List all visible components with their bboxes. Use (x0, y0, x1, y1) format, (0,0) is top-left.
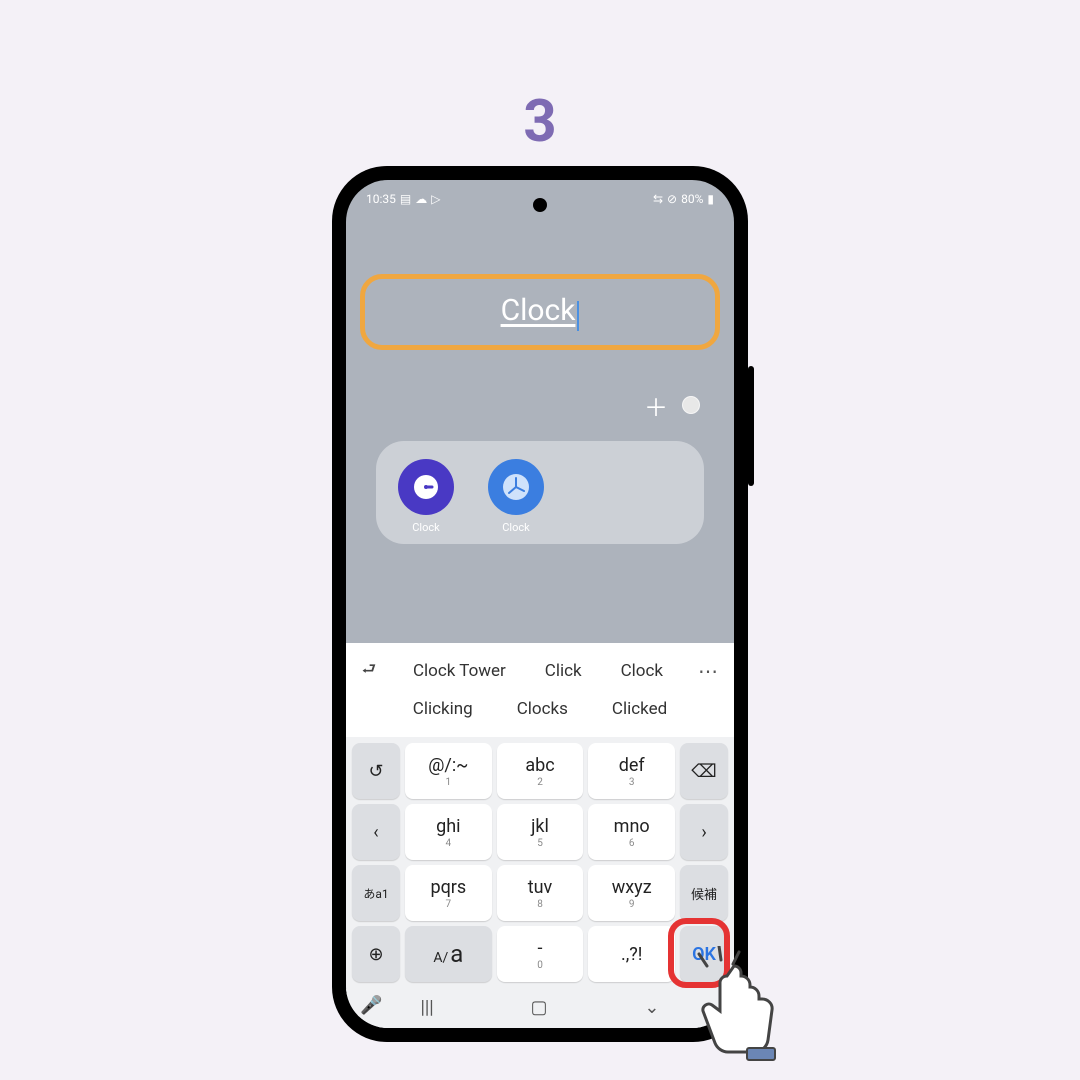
app-clock-google[interactable]: Clock (480, 459, 552, 534)
right-key[interactable]: › (680, 804, 728, 860)
wifi-icon: ⇆ (653, 192, 663, 206)
case-key[interactable]: A/a (405, 926, 492, 982)
suggestion-item[interactable]: Clocks (509, 695, 576, 723)
key-punct[interactable]: .,?! (588, 926, 675, 982)
suggestion-bar: ⮐ Clock Tower Click Clock ⋯ Clicking Clo… (346, 643, 734, 737)
folder-name-input[interactable]: Clock (501, 293, 576, 328)
app-label: Clock (390, 521, 462, 534)
globe-key[interactable]: ⊕ (352, 926, 400, 982)
battery-icon: ▮ (707, 192, 714, 206)
folder-color-picker[interactable] (682, 396, 700, 414)
folder-panel: Clock Clock (376, 441, 704, 544)
key-0[interactable]: -0 (497, 926, 584, 982)
left-key[interactable]: ‹ (352, 804, 400, 860)
key-7[interactable]: pqrs7 (405, 865, 492, 921)
keyboard: ⮐ Clock Tower Click Clock ⋯ Clicking Clo… (346, 643, 734, 1028)
suggestion-item[interactable]: Click (537, 657, 590, 685)
phone-frame: 10:35 ▤ ☁ ▷ ⇆ ⊘ 80% ▮ Clock ＋ (332, 166, 748, 1042)
cloud-icon: ☁ (415, 192, 427, 206)
key-6[interactable]: mno6 (588, 804, 675, 860)
backspace-key[interactable]: ⌫ (680, 743, 728, 799)
key-grid: ↺ @/:~1 abc2 def3 ⌫ ‹ ghi4 jkl5 mno6 › あ… (346, 737, 734, 989)
step-number: 3 (523, 88, 556, 156)
suggestion-item[interactable]: Clicking (405, 695, 481, 723)
key-9[interactable]: wxyz9 (588, 865, 675, 921)
app-label: Clock (480, 521, 552, 534)
key-4[interactable]: ghi4 (405, 804, 492, 860)
undo-key[interactable]: ↺ (352, 743, 400, 799)
front-camera (533, 198, 547, 212)
image-icon: ▤ (400, 192, 411, 206)
battery-text: 80% (681, 192, 703, 206)
key-8[interactable]: tuv8 (497, 865, 584, 921)
suggestion-item[interactable]: Clock Tower (405, 657, 514, 685)
clock-icon (398, 459, 454, 515)
app-clock-samsung[interactable]: Clock (390, 459, 462, 534)
nav-home[interactable]: ▢ (531, 997, 548, 1018)
candidate-key[interactable]: 候補 (680, 865, 728, 921)
play-icon: ▷ (431, 192, 440, 206)
key-2[interactable]: abc2 (497, 743, 584, 799)
suggestion-item[interactable]: Clicked (604, 695, 675, 723)
mode-key[interactable]: あa1 (352, 865, 400, 921)
home-area: Clock ＋ Clock Clock (346, 214, 734, 544)
key-5[interactable]: jkl5 (497, 804, 584, 860)
mic-icon[interactable]: 🎤 (360, 995, 382, 1016)
key-1[interactable]: @/:~1 (405, 743, 492, 799)
no-sim-icon: ⊘ (667, 192, 677, 206)
status-time: 10:35 (366, 192, 396, 206)
text-cursor (577, 301, 579, 331)
suggestion-back-icon[interactable]: ⮐ (356, 658, 382, 684)
folder-name-highlight: Clock (360, 274, 720, 350)
folder-actions: ＋ (356, 350, 724, 435)
clock-icon (488, 459, 544, 515)
suggestion-more-icon[interactable]: ⋯ (694, 659, 724, 683)
nav-recent[interactable]: ||| (420, 997, 433, 1018)
add-app-icon[interactable]: ＋ (644, 388, 668, 423)
nav-bar: 🎤 ||| ▢ ⌄ (346, 989, 734, 1028)
ok-key[interactable]: OK (680, 926, 728, 982)
phone-screen: 10:35 ▤ ☁ ▷ ⇆ ⊘ 80% ▮ Clock ＋ (346, 180, 734, 1028)
suggestion-item[interactable]: Clock (613, 657, 671, 685)
nav-back[interactable]: ⌄ (644, 997, 659, 1018)
key-3[interactable]: def3 (588, 743, 675, 799)
